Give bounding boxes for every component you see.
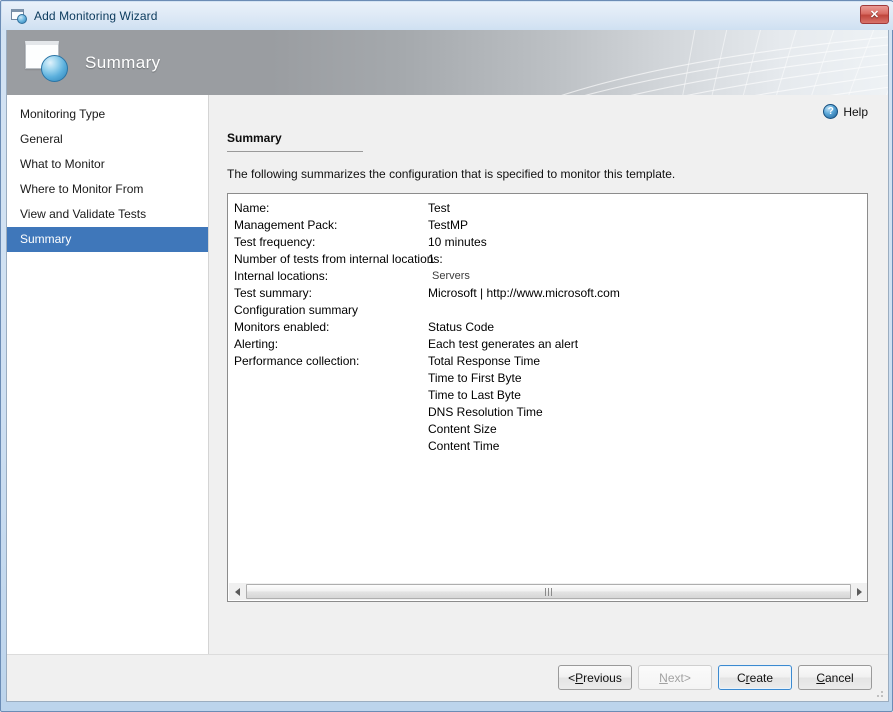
footer-button-row: < Previous Next > Cr eate Cancel	[558, 665, 872, 690]
next-accel: N	[659, 670, 668, 685]
summary-row: Time to Last Byte	[234, 387, 867, 404]
summary-row: Content Size	[234, 421, 867, 438]
summary-label: Management Pack:	[234, 218, 338, 232]
sidebar-item-where-to-monitor-from[interactable]: Where to Monitor From	[7, 177, 208, 202]
sidebar-item-summary[interactable]: Summary	[7, 227, 208, 252]
summary-row: Configuration summary	[234, 302, 867, 319]
next-suffix: >	[683, 670, 691, 685]
summary-value: DNS Resolution Time	[428, 405, 543, 419]
sidebar-item-general[interactable]: General	[7, 127, 208, 152]
summary-value: 10 minutes	[428, 235, 487, 249]
summary-value: Test	[428, 201, 451, 215]
previous-rest: revious	[583, 670, 622, 685]
summary-label: Test frequency:	[234, 235, 316, 249]
summary-row: Internal locations: Servers	[234, 268, 867, 285]
scrollbar-track[interactable]	[246, 583, 851, 600]
summary-label	[234, 438, 428, 455]
window-title: Add Monitoring Wizard	[34, 9, 158, 23]
sidebar-item-view-and-validate-tests[interactable]: View and Validate Tests	[7, 202, 208, 227]
summary-rows: Name: Test Management Pack: TestMP Test fr…	[228, 194, 867, 455]
cancel-rest: ancel	[824, 670, 854, 685]
summary-value: Content Time	[428, 439, 500, 453]
title-divider	[227, 151, 363, 152]
help-link[interactable]: ? Help	[823, 104, 868, 119]
wizard-banner: Summary	[7, 30, 888, 95]
wizard-window: Add Monitoring Wizard ✕ Summary Monitori…	[0, 0, 893, 712]
previous-accel: P	[575, 670, 584, 685]
summary-row: Number of tests from internal locations:…	[234, 251, 867, 268]
summary-value: Total Response Time	[428, 354, 541, 368]
horizontal-scrollbar[interactable]	[229, 583, 867, 600]
summary-value: Time to Last Byte	[428, 388, 521, 402]
summary-value: Servers	[432, 270, 470, 282]
summary-row: Alerting: Each test generates an alert	[234, 336, 867, 353]
summary-label	[234, 404, 428, 421]
summary-label: Number of tests from internal locations:	[234, 252, 443, 266]
summary-panel: Name: Test Management Pack: TestMP Test fr…	[227, 193, 868, 602]
sidebar-item-monitoring-type[interactable]: Monitoring Type	[7, 102, 208, 127]
window-globe-icon	[10, 8, 28, 24]
summary-label: Monitors enabled:	[234, 320, 330, 334]
next-rest: ext	[667, 670, 684, 685]
summary-row: Test frequency: 10 minutes	[234, 234, 867, 251]
scrollbar-thumb[interactable]	[246, 584, 851, 599]
scroll-right-icon[interactable]	[851, 583, 867, 600]
summary-label: Test summary:	[234, 286, 313, 300]
summary-value: Content Size	[428, 422, 497, 436]
scrollbar-grip-icon	[544, 587, 553, 596]
summary-value: TestMP	[428, 218, 469, 232]
summary-value: Microsoft | http://www.microsoft.com	[428, 286, 620, 300]
summary-label: Performance collection:	[234, 354, 360, 368]
banner-window-globe-icon	[23, 39, 69, 85]
summary-row: Performance collection: Total Response Ti…	[234, 353, 867, 370]
summary-label: Internal locations:	[234, 269, 329, 283]
summary-label: Configuration summary	[234, 303, 359, 317]
summary-label	[234, 370, 428, 387]
sidebar-item-what-to-monitor[interactable]: What to Monitor	[7, 152, 208, 177]
wizard-step-nav: Monitoring Type General What to Monitor …	[7, 95, 209, 655]
summary-label: Alerting:	[234, 337, 279, 351]
page-title: Summary	[227, 131, 282, 145]
summary-value	[428, 302, 867, 319]
summary-row: Test summary: Microsoft | http://www.micr…	[234, 285, 867, 302]
summary-row: DNS Resolution Time	[234, 404, 867, 421]
client-area: Summary Monitoring Type General What to …	[6, 30, 889, 702]
summary-row: Name: Test	[234, 200, 867, 217]
banner-title: Summary	[85, 52, 161, 72]
summary-label	[234, 421, 428, 438]
summary-row: Content Time	[234, 438, 867, 455]
wizard-body: Monitoring Type General What to Monitor …	[7, 95, 888, 655]
summary-row: Time to First Byte	[234, 370, 867, 387]
cancel-accel: C	[816, 670, 825, 685]
create-rest: eate	[749, 670, 774, 685]
help-label: Help	[843, 104, 868, 119]
summary-label: Name:	[234, 201, 270, 215]
summary-label	[234, 387, 428, 404]
summary-row: Monitors enabled: Status Code	[234, 319, 867, 336]
summary-value: Time to First Byte	[428, 371, 522, 385]
content-pane: ? Help Summary The following summarizes …	[209, 95, 888, 655]
cancel-button[interactable]: Cancel	[798, 665, 872, 690]
close-icon[interactable]: ✕	[860, 5, 889, 24]
summary-value: 1	[428, 252, 435, 266]
summary-value: Status Code	[428, 320, 495, 334]
previous-button[interactable]: < Previous	[558, 665, 632, 690]
title-bar: Add Monitoring Wizard ✕	[2, 2, 893, 30]
create-prefix: C	[736, 670, 746, 685]
summary-value: Each test generates an alert	[428, 337, 579, 351]
previous-prefix: <	[568, 670, 576, 685]
next-button[interactable]: Next >	[638, 665, 712, 690]
help-icon: ?	[823, 104, 839, 119]
scroll-left-icon[interactable]	[229, 583, 246, 600]
create-button[interactable]: Cr eate	[718, 665, 792, 690]
wizard-footer: < Previous Next > Cr eate Cancel	[7, 654, 888, 701]
resize-grip-icon[interactable]	[873, 687, 885, 699]
summary-row: Management Pack: TestMP	[234, 217, 867, 234]
page-description: The following summarizes the configurati…	[227, 167, 676, 181]
banner-mesh-decoration	[561, 30, 888, 95]
